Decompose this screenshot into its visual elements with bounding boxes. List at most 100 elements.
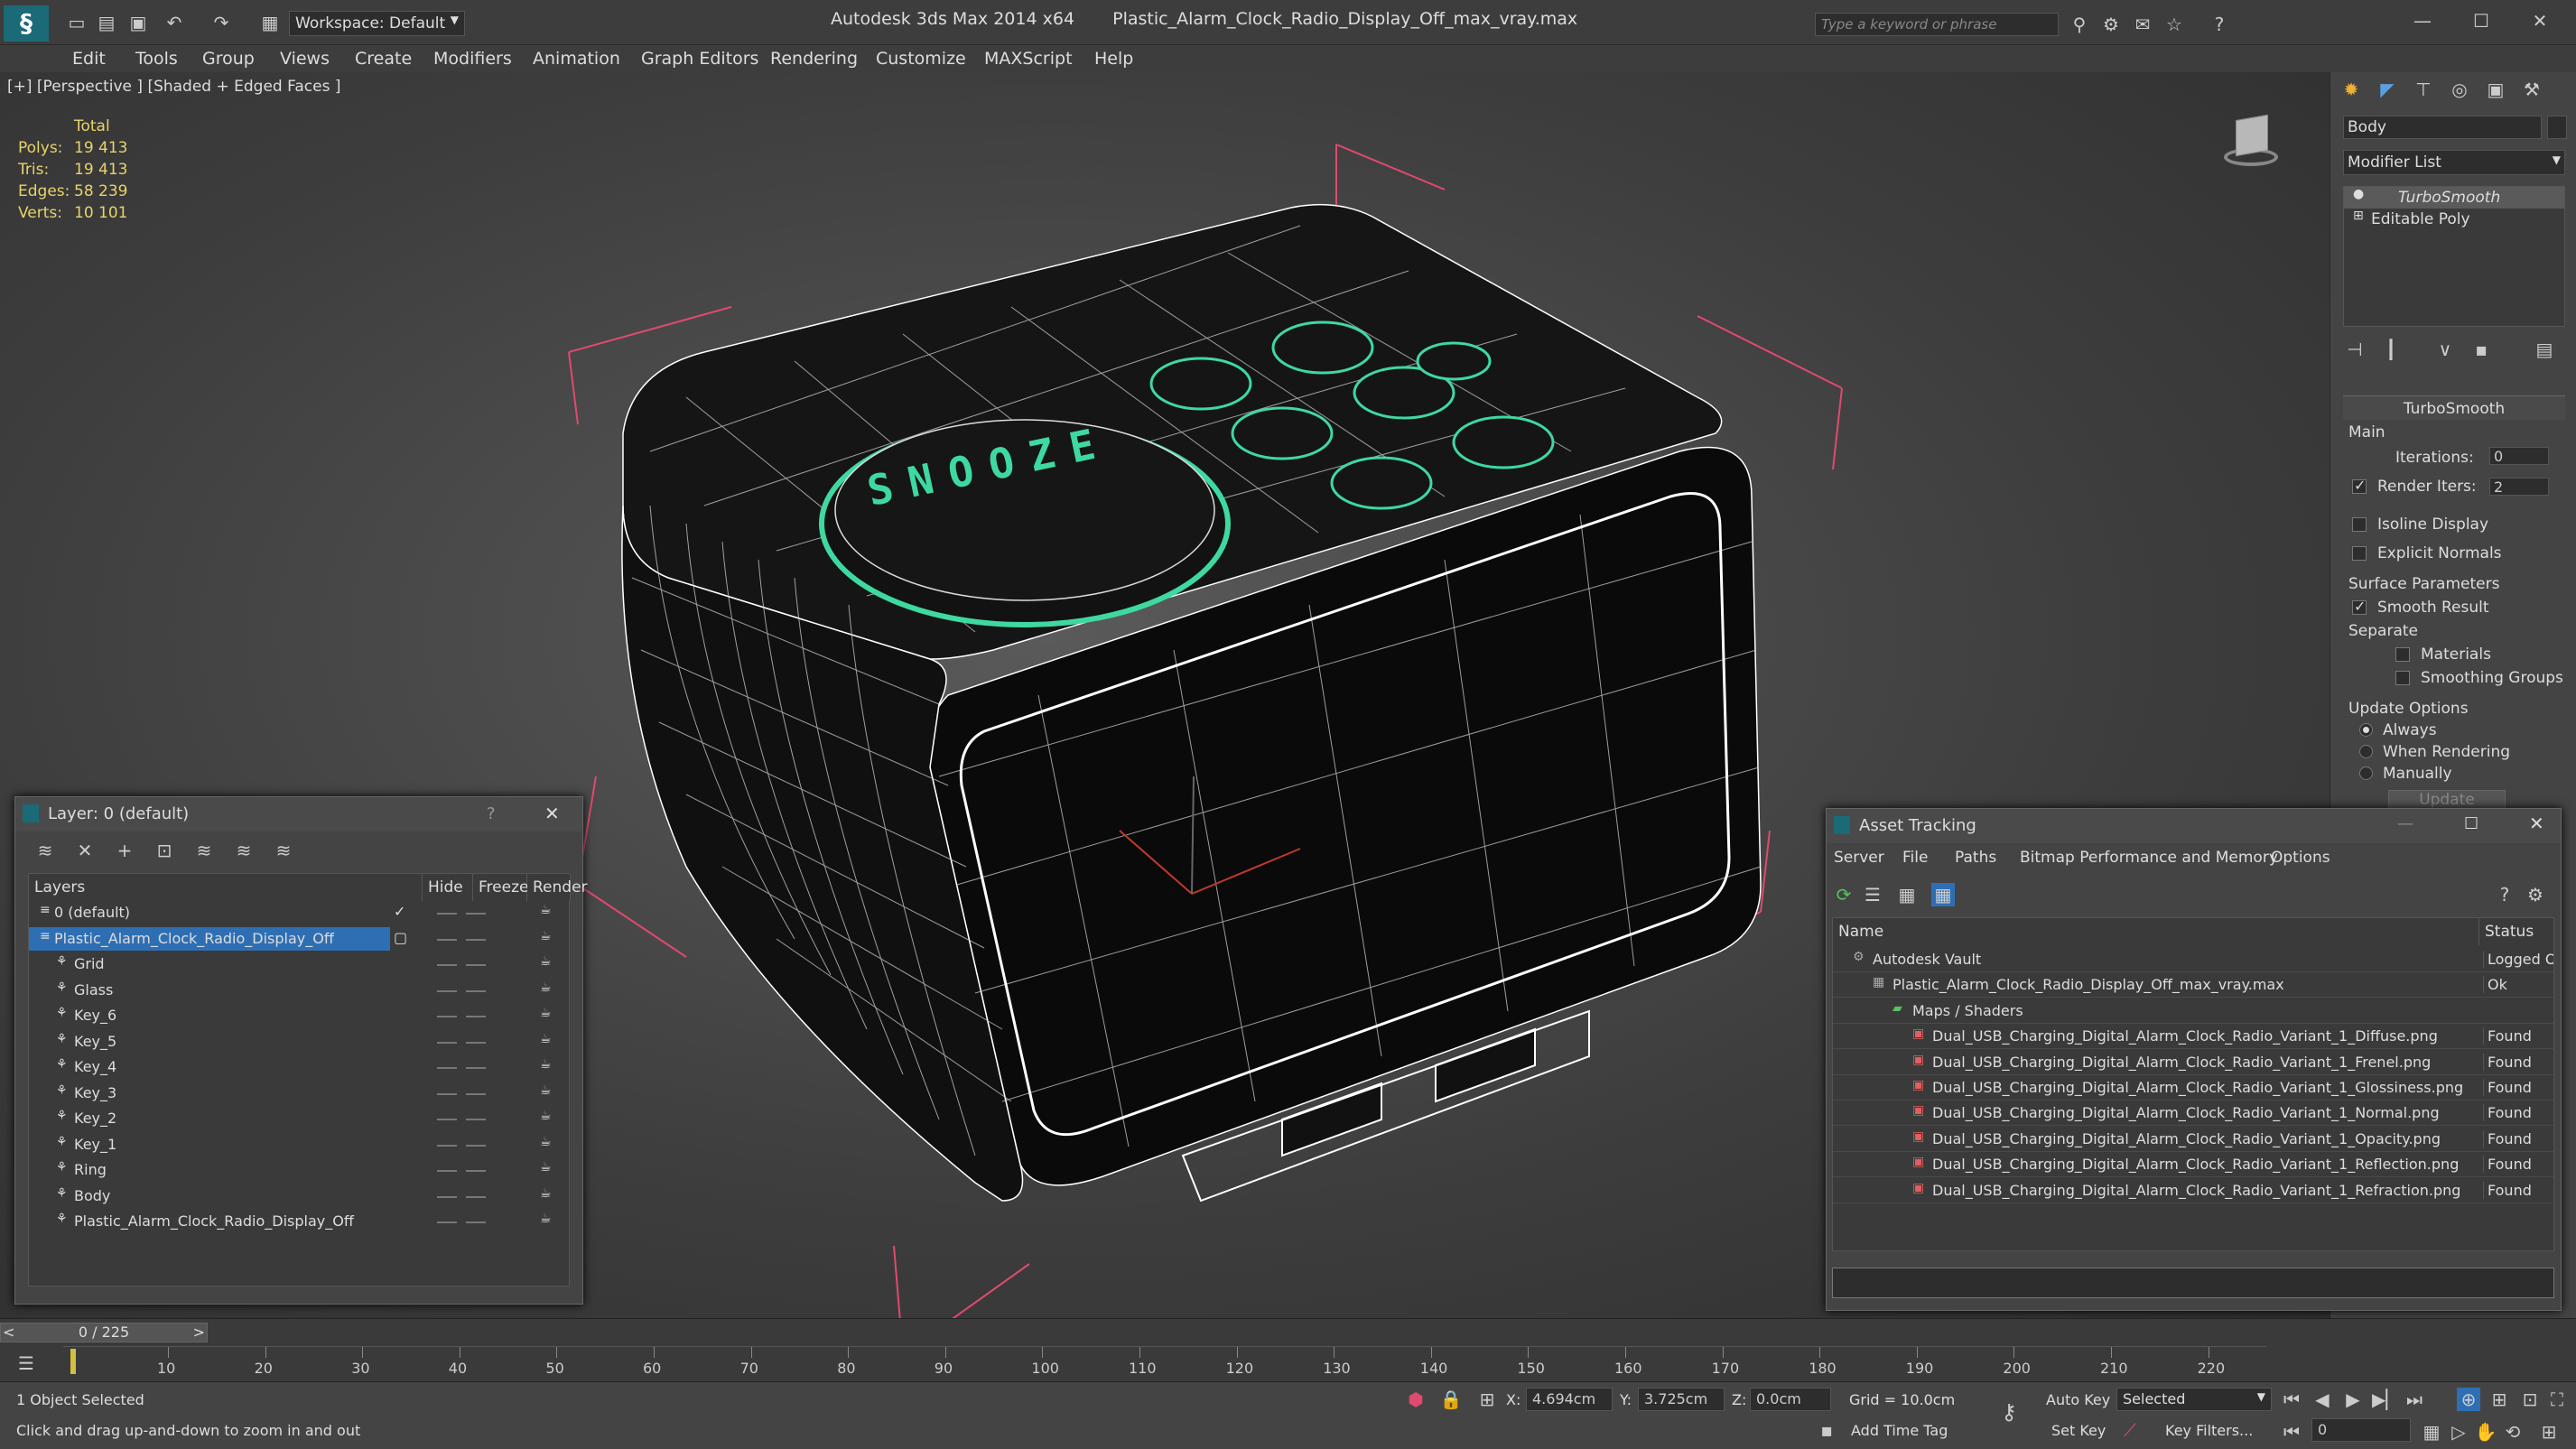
freeze-toggle[interactable]	[466, 1092, 486, 1095]
show-end-result-icon[interactable]: ┃	[2379, 338, 2403, 361]
current-frame-field[interactable]: 0	[2311, 1418, 2411, 1442]
layer-row[interactable]: ⚘ Key_6 ☕	[29, 1004, 571, 1029]
render-teapot-icon[interactable]: ☕	[540, 1109, 552, 1123]
freeze-toggle[interactable]	[466, 1195, 486, 1198]
hide-toggle[interactable]	[437, 1119, 457, 1120]
set-key-button[interactable]: Set Key	[2051, 1422, 2106, 1439]
next-frame-icon[interactable]: >	[193, 1324, 205, 1341]
orbit-icon[interactable]: ⟲	[2501, 1420, 2525, 1444]
key-mode-icon[interactable]: ⏮	[2280, 1420, 2303, 1444]
modifier-list-dropdown[interactable]: Modifier List ▼	[2343, 150, 2565, 175]
viewcube[interactable]	[2201, 112, 2301, 193]
hide-toggle[interactable]	[437, 1067, 457, 1069]
zoom-extents-icon[interactable]: ⊡	[2518, 1388, 2542, 1411]
time-slider[interactable]: < 0 / 225 >	[0, 1323, 208, 1342]
isolate-icon[interactable]: ⬢	[1404, 1388, 1427, 1411]
selected-set-dropdown[interactable]: Selected ▼	[2116, 1388, 2272, 1411]
freeze-toggle[interactable]	[466, 1119, 486, 1120]
render-iters-checkbox[interactable]	[2352, 477, 2367, 494]
layer-row[interactable]: ⚘ Ring ☕	[29, 1158, 571, 1184]
asset-row[interactable]: ▣ Dual_USB_Charging_Digital_Alarm_Clock_R…	[1833, 1127, 2553, 1152]
layer-row[interactable]: ⚘ Key_5 ☕	[29, 1030, 571, 1055]
freeze-toggle[interactable]	[466, 1144, 486, 1147]
refresh-icon[interactable]: ⟳	[1832, 883, 1855, 906]
smoothing-groups-checkbox[interactable]	[2395, 671, 2410, 685]
asset-row[interactable]: ▣ Dual_USB_Charging_Digital_Alarm_Clock_R…	[1833, 1075, 2553, 1101]
time-track[interactable]: 10 20 30 40 50 60 70 80 90 100 110 120 130 140 150 160 1…	[63, 1346, 2266, 1382]
workspace-dropdown[interactable]: Workspace: Default ▼	[289, 11, 465, 36]
render-teapot-icon[interactable]: ☕	[540, 929, 552, 943]
layer-row[interactable]: ≡ Plastic_Alarm_Clock_Radio_Display_Off ▢ ☕	[29, 926, 571, 952]
hide-toggle[interactable]	[437, 1041, 457, 1044]
render-teapot-icon[interactable]: ☕	[540, 1212, 552, 1226]
materials-checkbox[interactable]	[2395, 647, 2410, 662]
hide-column-header[interactable]: Hide	[423, 874, 473, 901]
motion-tab-icon[interactable]: ◎	[2448, 78, 2471, 101]
delete-layer-icon[interactable]: ✕	[73, 839, 97, 862]
render-column-header[interactable]: Render	[527, 874, 588, 901]
z-coordinate-field[interactable]: 0.0cm	[1750, 1388, 1831, 1411]
layers-column-header[interactable]: Layers	[29, 874, 423, 901]
search-input[interactable]: Type a keyword or phrase	[1815, 13, 2059, 36]
asset-row[interactable]: ▣ Dual_USB_Charging_Digital_Alarm_Clock_R…	[1833, 1050, 2553, 1075]
display-tab-icon[interactable]: ▣	[2484, 78, 2507, 101]
freeze-toggle[interactable]	[466, 1016, 486, 1017]
help-icon[interactable]: ?	[2493, 883, 2516, 906]
subscription-icon[interactable]: ⚙	[2099, 13, 2123, 36]
close-icon[interactable]: ✕	[2529, 813, 2544, 834]
auto-key-button[interactable]: Auto Key	[2046, 1391, 2110, 1408]
render-teapot-icon[interactable]: ☕	[540, 1057, 552, 1072]
layer-row[interactable]: ⚘ Plastic_Alarm_Clock_Radio_Display_Off ☕	[29, 1210, 571, 1235]
hide-toggle[interactable]	[437, 1195, 457, 1198]
lightbulb-icon[interactable]: ●	[2353, 187, 2364, 201]
hide-toggle[interactable]	[437, 1144, 457, 1147]
render-teapot-icon[interactable]: ☕	[540, 1006, 552, 1020]
time-tag-icon[interactable]: ▪	[1815, 1418, 1838, 1442]
menu-graph-editors[interactable]: Graph Editors	[641, 49, 758, 69]
render-teapot-icon[interactable]: ☕	[540, 1135, 552, 1149]
y-coordinate-field[interactable]: 3.725cm	[1638, 1388, 1725, 1411]
manually-radio[interactable]	[2359, 766, 2373, 780]
select-objects-icon[interactable]: ⊡	[153, 839, 176, 862]
menu-group[interactable]: Group	[202, 49, 255, 69]
menu-edit[interactable]: Edit	[72, 49, 106, 69]
freeze-toggle[interactable]	[466, 989, 486, 992]
freeze-toggle[interactable]	[466, 938, 486, 941]
freeze-toggle[interactable]	[466, 1170, 486, 1172]
asset-row[interactable]: ▣ Dual_USB_Charging_Digital_Alarm_Clock_R…	[1833, 1152, 2553, 1178]
absolute-mode-icon[interactable]: ⊞	[1475, 1388, 1499, 1411]
hierarchy-tab-icon[interactable]: ⊤	[2412, 78, 2435, 101]
object-color-swatch[interactable]	[2547, 116, 2567, 139]
hide-toggle[interactable]	[437, 1221, 457, 1223]
always-radio[interactable]	[2359, 723, 2373, 737]
render-teapot-icon[interactable]: ☕	[540, 1032, 552, 1046]
maximize-viewport-icon[interactable]: ⛶	[2545, 1388, 2569, 1411]
add-to-layer-icon[interactable]: +	[113, 839, 136, 862]
key-filters-button[interactable]: Key Filters...	[2165, 1422, 2253, 1439]
layer-row[interactable]: ⚘ Key_4 ☕	[29, 1055, 571, 1081]
menu-modifiers[interactable]: Modifiers	[433, 49, 512, 69]
render-teapot-icon[interactable]: ☕	[540, 1083, 552, 1098]
asset-row[interactable]: ▣ Dual_USB_Charging_Digital_Alarm_Clock_R…	[1833, 1101, 2553, 1127]
stack-item-editable-poly[interactable]: ⊞ Editable Poly	[2344, 209, 2564, 230]
close-icon[interactable]: ✕	[2528, 9, 2552, 33]
menu-create[interactable]: Create	[355, 49, 412, 69]
undo-icon[interactable]: ↶	[163, 11, 186, 34]
render-teapot-icon[interactable]: ☕	[540, 954, 552, 969]
iterations-spinner[interactable]: 0	[2489, 447, 2549, 465]
layer-row[interactable]: ⚘ Body ☕	[29, 1184, 571, 1210]
explicit-normals-checkbox[interactable]	[2352, 546, 2367, 561]
communication-icon[interactable]: ✉	[2131, 13, 2154, 36]
mini-curve-editor-icon[interactable]: ☰	[14, 1351, 38, 1375]
stack-item-turbosmooth[interactable]: ● TurboSmooth	[2344, 187, 2564, 209]
asset-menu-paths[interactable]: Paths	[1955, 849, 1996, 867]
hide-toggle[interactable]	[437, 964, 457, 966]
hide-toggle[interactable]	[437, 1092, 457, 1095]
menu-maxscript[interactable]: MAXScript	[984, 49, 1073, 69]
asset-menu-server[interactable]: Server	[1834, 849, 1884, 867]
smooth-result-checkbox[interactable]	[2352, 598, 2367, 615]
active-layer-check-icon[interactable]: ✓	[394, 903, 405, 920]
list-view-icon[interactable]: ☰	[1861, 883, 1884, 906]
layer-row[interactable]: ⚘ Key_1 ☕	[29, 1133, 571, 1158]
minimize-icon[interactable]: —	[2411, 9, 2434, 33]
